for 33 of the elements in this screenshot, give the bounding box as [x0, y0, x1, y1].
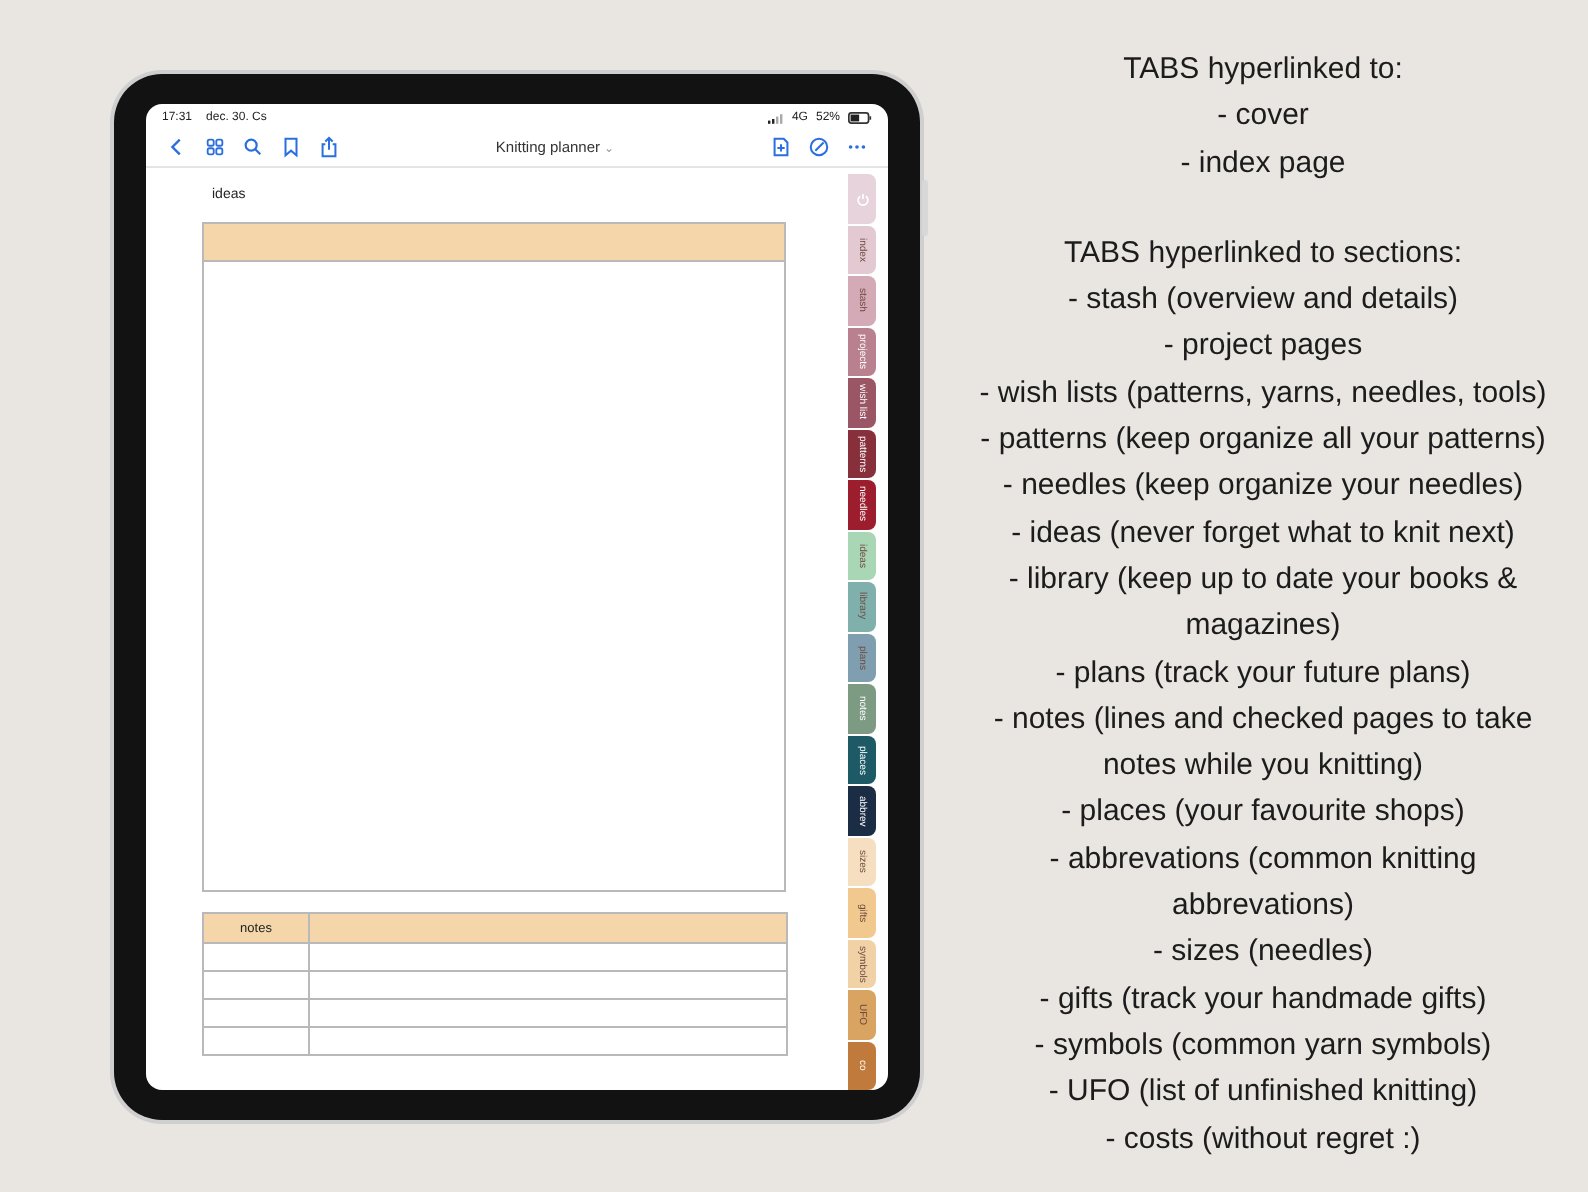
info-item: - gifts (track your handmade gifts)	[1039, 979, 1487, 1020]
info-item: - ideas (never forget what to knit next)	[1011, 513, 1515, 554]
info-item: - wish lists (patterns, yarns, needles, tools)	[979, 373, 1547, 414]
power-icon	[855, 191, 869, 206]
info-item: - plans (track your future plans)	[1055, 653, 1471, 694]
info-item: - places (your favourite shops)	[1061, 792, 1465, 833]
info-item: - UFO (list of unfinished knitting)	[1048, 1072, 1478, 1113]
pen-icon[interactable]	[808, 135, 831, 158]
info-item: - stash (overview and details)	[1067, 280, 1459, 321]
add-page-icon[interactable]	[770, 135, 793, 158]
info-heading: TABS hyperlinked to sections:	[1064, 233, 1462, 274]
table-cell	[203, 943, 309, 971]
signal-icon	[767, 113, 784, 124]
table-cell	[203, 1027, 309, 1055]
table-cell	[203, 999, 309, 1027]
info-heading: TABS hyperlinked to:	[1123, 50, 1403, 90]
info-item: - notes (lines and checked pages to take notes while you knitting)	[991, 699, 1535, 787]
info-item: - symbols (common yarn symbols)	[1034, 1025, 1492, 1066]
search-icon[interactable]	[242, 135, 264, 158]
share-icon[interactable]	[318, 135, 340, 158]
info-item: - patterns (keep organize all your patterns)	[980, 420, 1546, 461]
info-item: - project pages	[1163, 326, 1363, 367]
info-item: - index page	[1180, 143, 1346, 184]
info-item: - library (keep up to date your books & magazines)	[1006, 559, 1520, 647]
info-item: - needles (keep organize your needles)	[1002, 466, 1524, 507]
bookmark-icon[interactable]	[280, 135, 302, 158]
info-item: - sizes (needles)	[1152, 932, 1374, 973]
table-cell	[203, 971, 309, 999]
info-item: - cover	[1217, 96, 1309, 137]
info-item: - abbrevations (common knitting abbrevations)	[1047, 839, 1479, 927]
battery-icon	[848, 112, 872, 125]
info-item: - costs (without regret :)	[1105, 1119, 1421, 1160]
grid-icon[interactable]	[204, 135, 226, 158]
